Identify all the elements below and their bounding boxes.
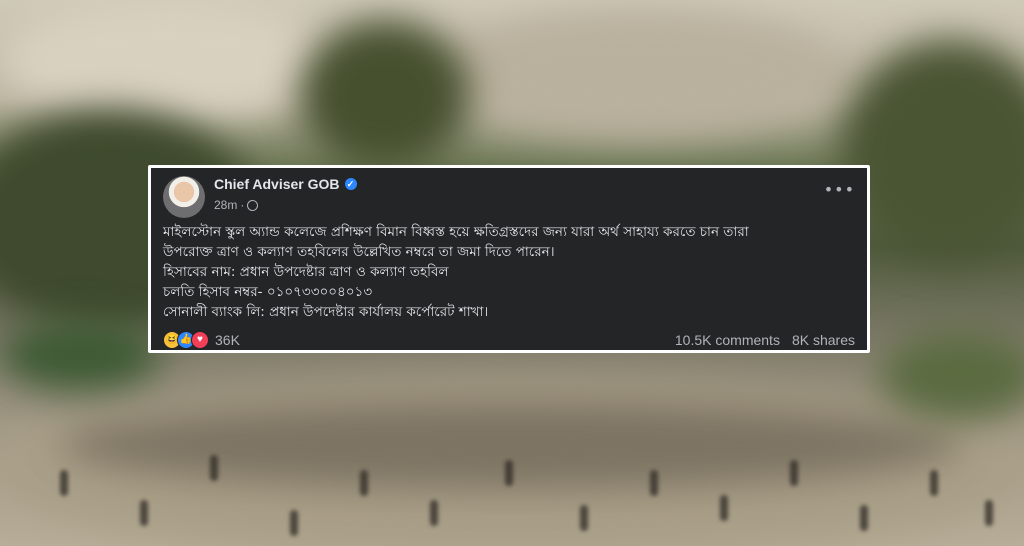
post-footer: 😆 👍 ♥ 36K 10.5K comments 8K shares	[163, 330, 855, 350]
post-line: চলতি হিসাব নম্বর- ০১০৭৩৩০০৪০১৩	[163, 284, 373, 300]
reactions-summary[interactable]: 😆 👍 ♥ 36K	[163, 331, 240, 349]
post-meta: 28m ·	[214, 198, 259, 212]
facebook-post-card: Chief Adviser GOB ✓ 28m · ••• মাইলস্টোন …	[148, 165, 870, 353]
comments-count[interactable]: 10.5K comments	[675, 332, 780, 348]
author-name[interactable]: Chief Adviser GOB	[214, 176, 340, 192]
shares-count[interactable]: 8K shares	[792, 332, 855, 348]
more-options-icon[interactable]: •••	[824, 180, 855, 199]
love-icon: ♥	[191, 331, 209, 349]
verified-badge-icon: ✓	[344, 178, 357, 190]
post-text: মাইলস্টোন স্কুল অ্যান্ড কলেজে প্রশিক্ষণ …	[163, 222, 858, 322]
post-line: মাইলস্টোন স্কুল অ্যান্ড কলেজে প্রশিক্ষণ …	[163, 224, 749, 240]
post-line: হিসাবের নাম: প্রধান উপদেষ্টার ত্রাণ ও কল…	[163, 264, 449, 280]
author-row: Chief Adviser GOB ✓	[214, 176, 357, 192]
author-avatar[interactable]	[163, 176, 205, 218]
post-time[interactable]: 28m	[214, 198, 237, 212]
reaction-count[interactable]: 36K	[215, 332, 240, 348]
post-line: সোনালী ব্যাংক লি: প্রধান উপদেষ্টার কার্য…	[163, 304, 489, 320]
globe-icon	[247, 199, 259, 211]
post-line: উপরোক্ত ত্রাণ ও কল্যাণ তহবিলের উল্লেখিত …	[163, 244, 555, 260]
